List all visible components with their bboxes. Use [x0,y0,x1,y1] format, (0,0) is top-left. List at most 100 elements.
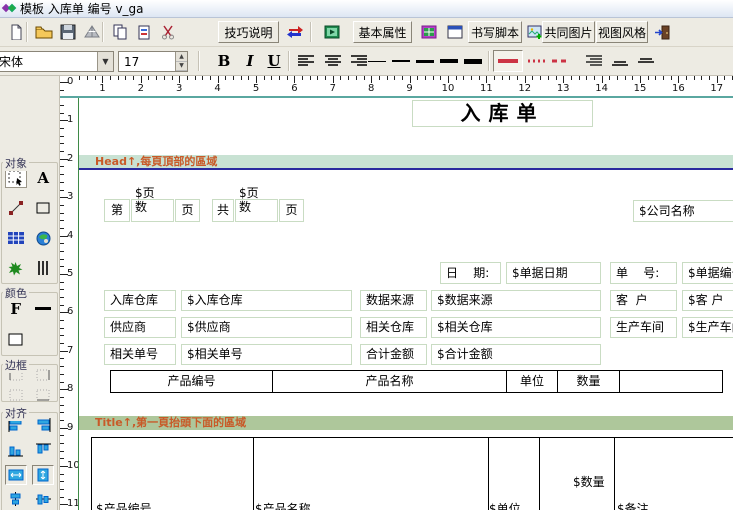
template-field[interactable]: $数量 [573,473,605,490]
align-bottom-edges-icon[interactable] [5,440,27,460]
properties-button[interactable]: 基本属性 [353,21,412,43]
spin-down-icon[interactable]: ▼ [176,62,187,72]
header-table-cell[interactable]: 产品编号 [110,370,273,393]
line-width-5-icon[interactable] [464,59,482,64]
align-top-icon[interactable] [582,50,606,72]
stamp-tool-icon[interactable] [5,258,27,278]
template-field[interactable]: $单位 [489,500,521,510]
line-width-4-icon[interactable] [440,59,458,63]
align-bottom-icon[interactable] [608,50,632,72]
line-color-icon[interactable] [32,299,54,319]
rect-tool-icon[interactable] [32,198,54,218]
window-icon[interactable] [443,21,467,43]
font-size-input[interactable]: 17 ▲▼ [118,51,188,72]
template-field[interactable]: 相关单号 [104,344,176,365]
copy-icon[interactable] [108,21,132,43]
line-tool-icon[interactable] [5,198,27,218]
new-file-icon[interactable] [4,21,28,43]
template-field[interactable]: 第 [104,199,130,222]
template-field[interactable]: $单据编号 [682,262,733,284]
template-field[interactable]: $相关仓库 [431,317,601,338]
align-center-icon[interactable] [321,50,345,72]
font-size-spinner[interactable]: ▲▼ [175,52,187,71]
align-left-icon[interactable] [294,50,318,72]
exit-icon[interactable] [650,21,674,43]
grid-table-icon[interactable] [417,21,441,43]
doc-title-box[interactable]: 入库单 [412,100,593,127]
template-field[interactable]: $入库仓库 [181,290,352,311]
template-field[interactable]: $供应商 [181,317,352,338]
script-button[interactable]: 书写脚本 [468,21,522,43]
italic-button[interactable]: I [238,50,262,72]
template-field[interactable]: $单据日期 [506,262,601,284]
font-family-select[interactable]: 宋体 ▼ [0,51,114,72]
template-field[interactable]: 单 号: [610,262,677,284]
underline-button[interactable]: U [262,50,286,72]
font-color-icon[interactable]: F [5,299,27,319]
header-table-cell[interactable]: 产品名称 [272,370,507,393]
paste-special-icon[interactable] [132,21,156,43]
red-solid-line-icon[interactable] [493,50,523,72]
template-field[interactable]: $公司名称 [633,200,733,222]
template-field[interactable]: $产品名称 [255,500,311,510]
template-field[interactable]: 相关仓库 [360,317,427,338]
border-preset-3-icon[interactable] [5,385,27,405]
template-field[interactable]: $相关单号 [181,344,352,365]
template-field[interactable]: $数据来源 [431,290,601,311]
line-width-1-icon[interactable] [368,61,386,62]
template-field[interactable]: 客 户 [610,290,677,311]
template-field[interactable]: $合计金额 [431,344,601,365]
head-band[interactable]: Head↑,每頁頂部的區域 [79,155,733,168]
template-field[interactable]: 共 [212,199,234,222]
same-height-icon[interactable] [32,465,54,485]
line-width-2-icon[interactable] [392,60,410,62]
open-file-icon[interactable] [32,21,56,43]
shared-images-button[interactable]: 共同图片 [542,21,595,43]
template-field[interactable]: 日 期: [440,262,501,284]
media-icon[interactable] [320,21,344,43]
template-field[interactable]: 合计金额 [360,344,427,365]
template-field[interactable]: 页 [279,199,304,222]
save-icon[interactable] [56,21,80,43]
fill-color-icon[interactable] [5,330,27,350]
align-middle-icon[interactable] [634,50,658,72]
center-vertical-icon[interactable] [32,489,54,509]
align-top-edges-icon[interactable] [32,440,54,460]
chevron-down-icon[interactable]: ▼ [97,52,113,71]
swap-arrows-icon[interactable] [283,21,307,43]
align-right-edges-icon[interactable] [32,415,54,435]
template-field[interactable]: $生产车间 [682,317,733,338]
same-width-icon[interactable] [5,465,27,485]
spin-up-icon[interactable]: ▲ [176,52,187,62]
template-field[interactable]: $页数 [235,199,278,222]
view-style-button[interactable]: 视图风格 [596,21,648,43]
red-dashed-line-icon[interactable] [550,50,572,72]
template-field[interactable]: 页 [175,199,200,222]
template-field[interactable]: $产品编号 [96,500,152,510]
template-field[interactable]: 入库仓库 [104,290,176,311]
border-preset-4-icon[interactable] [32,385,54,405]
template-field[interactable]: $客 户 [682,290,733,311]
text-tool-icon[interactable]: A [32,168,54,188]
border-preset-2-icon[interactable] [32,365,54,385]
header-table-cell[interactable]: 单位 [506,370,558,393]
template-field[interactable]: 数据来源 [360,290,427,311]
template-field[interactable]: $备注 [617,500,649,510]
barcode-tool-icon[interactable] [32,258,54,278]
template-field[interactable]: $页数 [131,199,174,222]
line-width-3-icon[interactable] [416,60,434,63]
header-table-cell[interactable] [619,370,723,393]
table-tool-icon[interactable] [5,228,27,248]
title-band[interactable]: Title↑,第一頁抬頭下面的區域 [79,416,733,430]
header-table-cell[interactable]: 数量 [557,370,620,393]
print-preview-icon[interactable] [80,21,104,43]
center-horizontal-icon[interactable] [5,489,27,509]
tips-button[interactable]: 技巧说明 [218,21,279,43]
template-field[interactable]: 供应商 [104,317,176,338]
template-field[interactable]: 生产车间 [610,317,677,338]
cut-icon[interactable] [156,21,180,43]
select-tool-icon[interactable] [5,168,27,188]
image-tool-icon[interactable] [32,228,54,248]
red-dotted-line-icon[interactable] [526,50,548,72]
bold-button[interactable]: B [212,50,236,72]
